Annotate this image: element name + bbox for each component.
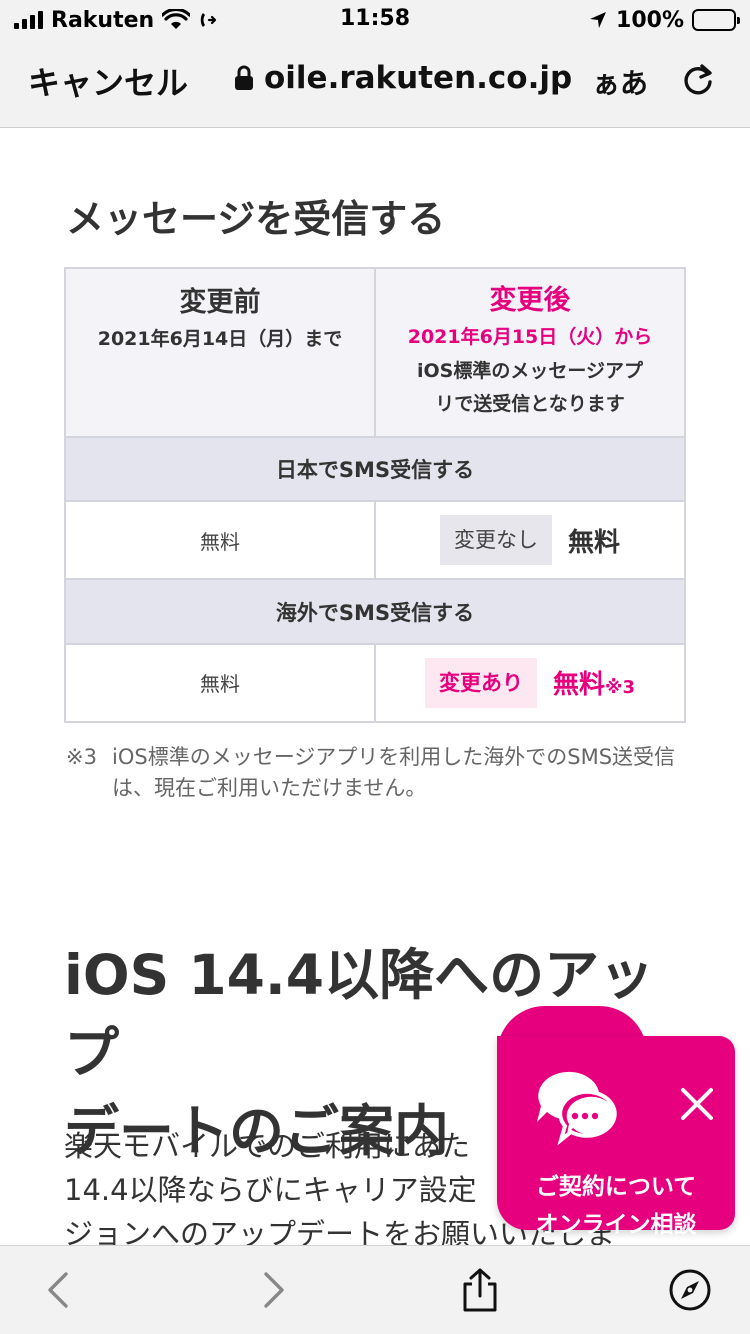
chevron-right-icon[interactable]: [252, 1268, 296, 1312]
domestic-before-value: 無料: [64, 500, 376, 581]
chat-label-line2: オンライン相談: [535, 1212, 697, 1238]
browser-top-bar: キャンセル oile.rakuten.co.jp ぁあ: [0, 40, 750, 128]
text-size-button[interactable]: ぁあ: [592, 62, 648, 102]
close-icon[interactable]: [677, 1084, 717, 1124]
cancel-button[interactable]: キャンセル: [28, 58, 188, 104]
chevron-left-icon[interactable]: [38, 1268, 82, 1312]
after-title: 変更後: [489, 285, 571, 317]
chat-widget-label: ご契約について オンライン相談: [497, 1168, 735, 1244]
share-icon[interactable]: [458, 1268, 502, 1312]
section-title: メッセージを受信する: [66, 197, 446, 241]
after-note-line1: iOS標準のメッセージアプ: [417, 360, 643, 383]
battery-percent: 100%: [616, 7, 684, 33]
chat-label-line1: ご契約について: [535, 1174, 697, 1200]
changed-badge: 変更あり: [424, 657, 537, 708]
after-note: iOS標準のメッセージアプ リで送受信となります: [376, 355, 684, 421]
address-bar[interactable]: oile.rakuten.co.jp: [234, 60, 572, 96]
footnote-mark: ※3: [66, 745, 97, 769]
location-arrow-icon: [590, 12, 607, 28]
lock-icon: [235, 65, 253, 90]
overseas-after-value-text: 無料: [552, 670, 605, 701]
comparison-table: 変更前 2021年6月14日（月）まで 変更後 2021年6月15日（火）から …: [64, 267, 686, 724]
domestic-after-value: 無料: [567, 527, 620, 558]
status-right: 100%: [588, 6, 740, 34]
url-text: oile.rakuten.co.jp: [264, 60, 573, 96]
before-date: 2021年6月14日（月）まで: [97, 328, 343, 351]
online-consultation-widget[interactable]: ご契約について オンライン相談: [497, 1006, 735, 1238]
after-date: 2021年6月15日（火）から: [407, 326, 653, 349]
row-header-domestic: 日本でSMS受信する: [64, 435, 686, 503]
footnote-text: iOS標準のメッセージアプリを利用した海外でのSMS送受信は、現在ご利用いただけ…: [112, 745, 676, 800]
no-change-badge: 変更なし: [439, 515, 552, 566]
header-after: 変更後 2021年6月15日（火）から iOS標準のメッセージアプ リで送受信と…: [374, 267, 686, 438]
domestic-after-cell: 変更なし 無料: [374, 500, 686, 581]
overseas-after-value: 無料※3: [553, 664, 635, 701]
compass-icon[interactable]: [668, 1268, 712, 1312]
after-note-line2: リで送受信となります: [435, 393, 625, 416]
overseas-note-mark: ※3: [604, 677, 636, 699]
reload-icon[interactable]: [678, 60, 718, 100]
header-before: 変更前 2021年6月14日（月）まで: [64, 267, 376, 438]
chat-widget-box[interactable]: ご契約について オンライン相談: [497, 1036, 735, 1238]
overseas-before-value: 無料: [64, 642, 376, 724]
row-header-overseas: 海外でSMS受信する: [64, 578, 686, 645]
before-title: 変更前: [179, 287, 261, 319]
status-bar: Rakuten 11:58 100%: [0, 0, 750, 40]
battery-icon: [692, 9, 740, 31]
chat-bubbles-icon: [537, 1071, 617, 1146]
footnote: ※3 iOS標準のメッセージアプリを利用した海外でのSMS送受信は、現在ご利用い…: [66, 742, 686, 804]
browser-bottom-bar: [0, 1245, 750, 1334]
overseas-after-cell: 変更あり 無料※3: [374, 642, 686, 724]
